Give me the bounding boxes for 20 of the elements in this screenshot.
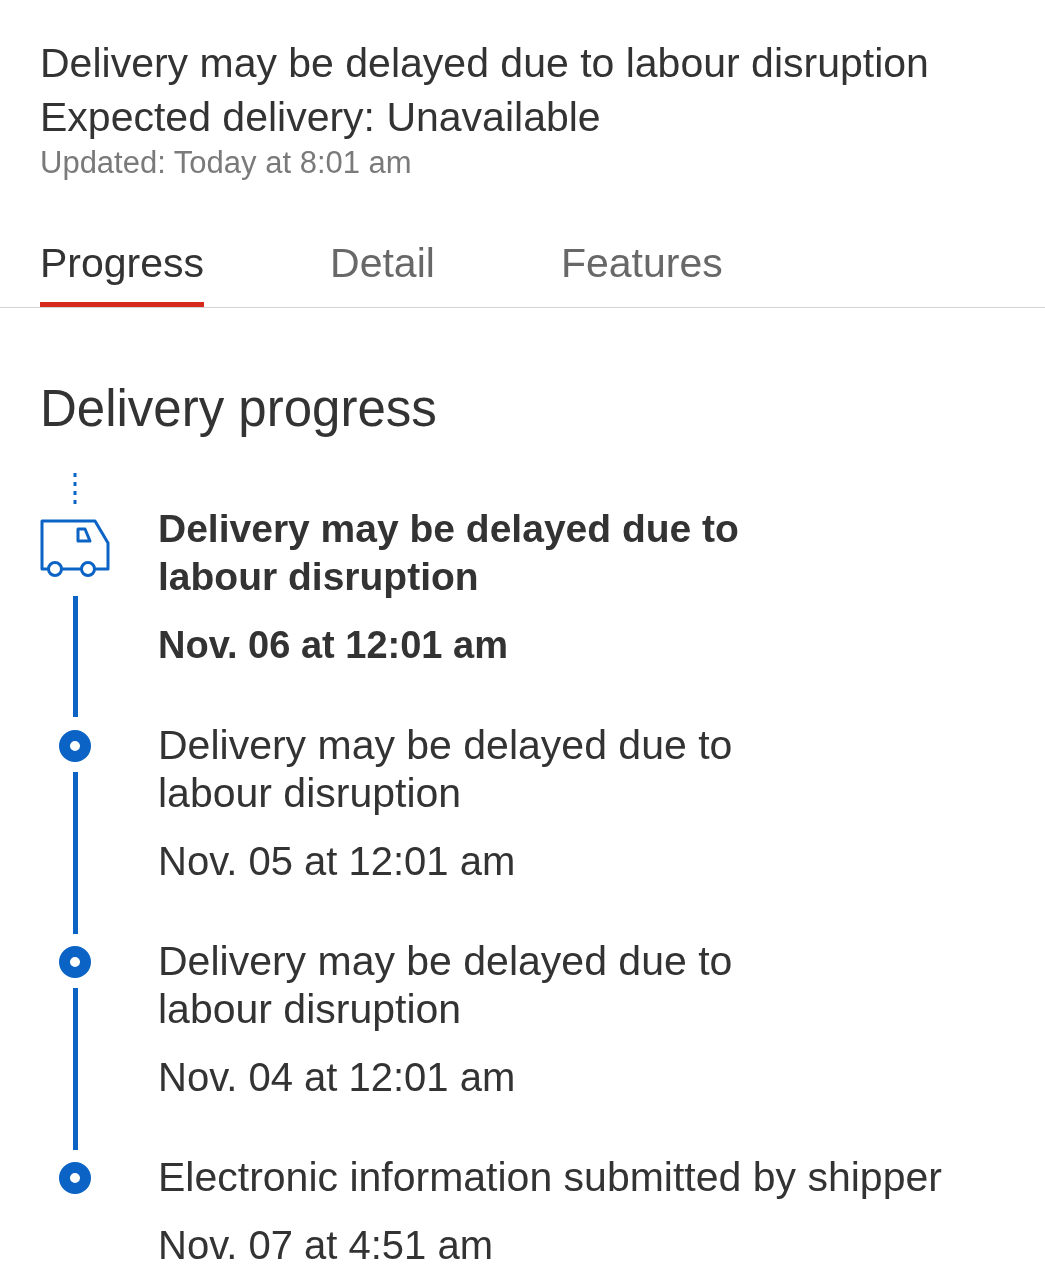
event-time: Nov. 06 at 12:01 am xyxy=(158,623,508,668)
timeline-dot-icon xyxy=(59,946,91,978)
event-time: Nov. 04 at 12:01 am xyxy=(158,1054,516,1101)
timeline-dot-icon xyxy=(59,730,91,762)
section-heading: Delivery progress xyxy=(40,379,437,439)
tab[interactable]: Features xyxy=(560,239,723,307)
event-title: Delivery may be delayed due to labour disruption xyxy=(158,937,733,1033)
event-time: Nov. 07 at 4:51 am xyxy=(158,1222,493,1269)
event-time: Nov. 05 at 12:01 am xyxy=(158,838,516,885)
expected-delivery-text: Expected delivery: Unavailable xyxy=(40,93,601,142)
timeline-dot-icon xyxy=(59,1162,91,1194)
updated-time-text: Updated: Today at 8:01 am xyxy=(40,144,412,182)
delivery-status-message: Delivery may be delayed due to labour disruption xyxy=(40,39,929,88)
event-title: Delivery may be delayed due to labour disruption xyxy=(158,506,739,600)
tab[interactable]: Detail xyxy=(330,239,435,307)
delivery-truck-icon xyxy=(40,519,110,577)
event-title: Electronic information submitted by shipper xyxy=(158,1153,942,1201)
event-title: Delivery may be delayed due to labour disruption xyxy=(158,721,733,817)
tab[interactable]: Progress xyxy=(40,239,205,307)
dotted-timeline-line xyxy=(73,473,77,505)
